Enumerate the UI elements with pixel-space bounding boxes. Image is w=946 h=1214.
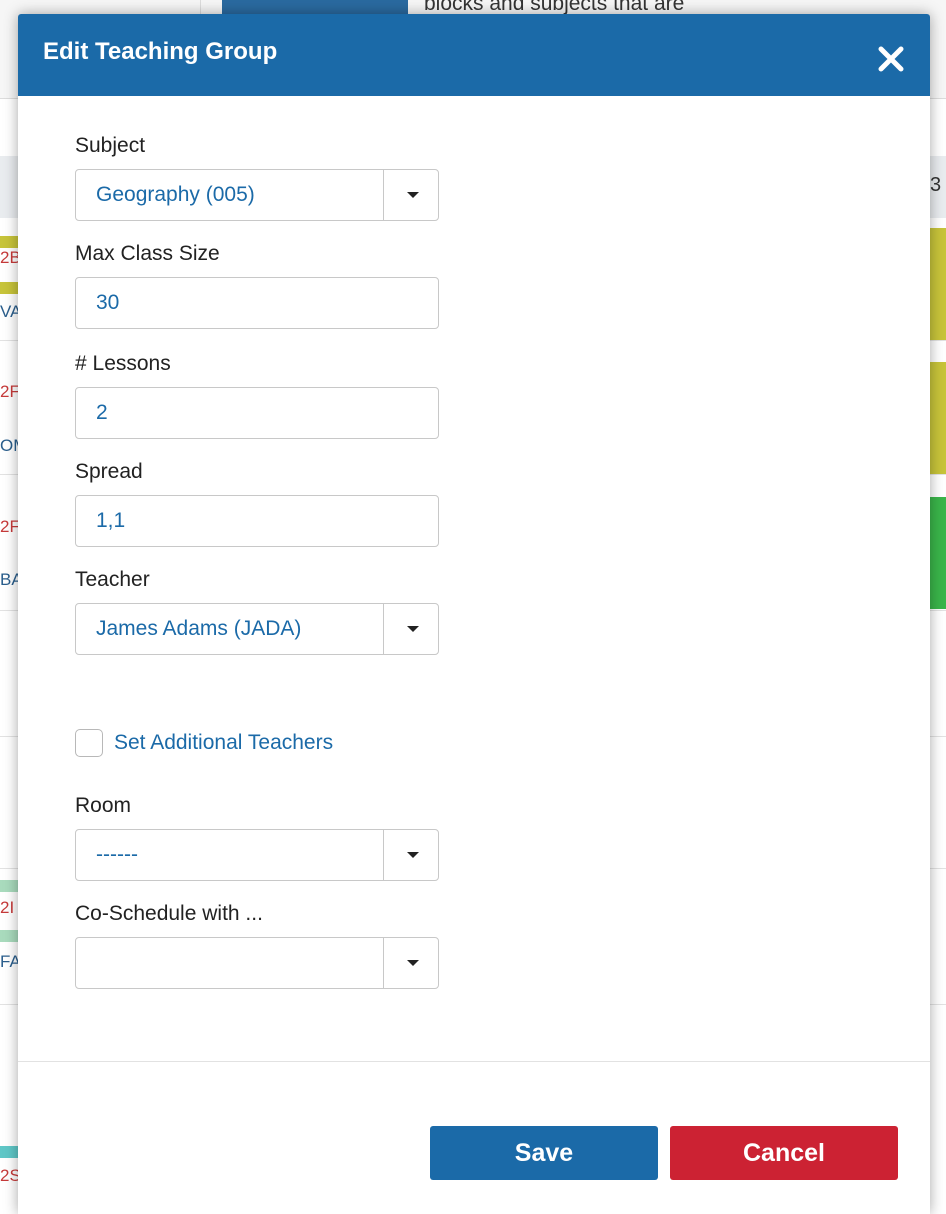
dialog-title: Edit Teaching Group xyxy=(43,38,278,65)
room-value: ------ xyxy=(96,843,138,866)
additional-teachers-checkbox[interactable] xyxy=(75,729,103,757)
max-class-size-label: Max Class Size xyxy=(75,242,220,265)
background-blue-bar xyxy=(222,0,408,14)
background-code: 2I xyxy=(0,898,15,917)
teacher-select[interactable]: James Adams (JADA) xyxy=(75,603,439,655)
teacher-value: James Adams (JADA) xyxy=(96,617,302,640)
teacher-dropdown-toggle[interactable] xyxy=(384,604,440,654)
subject-label: Subject xyxy=(75,134,146,157)
dialog-footer-divider xyxy=(18,1061,930,1062)
background-slot-strip xyxy=(0,236,18,248)
subject-select[interactable]: Geography (005) xyxy=(75,169,439,221)
background-code: 2F xyxy=(0,517,20,536)
caret-down-icon xyxy=(407,626,419,632)
background-code: 2F xyxy=(0,382,20,401)
save-button[interactable]: Save xyxy=(430,1126,658,1180)
lessons-value: 2 xyxy=(96,401,108,424)
background-slot-strip xyxy=(0,930,18,942)
spread-input[interactable]: 1,1 xyxy=(75,495,439,547)
edit-teaching-group-dialog: Edit Teaching Group Subject Geography (0… xyxy=(18,14,930,1214)
subject-dropdown-toggle[interactable] xyxy=(384,170,440,220)
subject-value: Geography (005) xyxy=(96,183,255,206)
caret-down-icon xyxy=(407,192,419,198)
room-label: Room xyxy=(75,794,132,817)
dialog-header: Edit Teaching Group xyxy=(18,14,930,96)
background-slot-strip xyxy=(0,282,18,294)
background-slot-green xyxy=(930,497,946,609)
spread-label: Spread xyxy=(75,460,143,483)
background-slot-yellow xyxy=(930,362,946,474)
max-class-size-input[interactable]: 30 xyxy=(75,277,439,329)
lessons-input[interactable]: 2 xyxy=(75,387,439,439)
spread-value: 1,1 xyxy=(96,509,126,532)
background-slot-strip xyxy=(0,1146,18,1158)
caret-down-icon xyxy=(407,960,419,966)
background-slot-yellow xyxy=(930,228,946,340)
lessons-label: # Lessons xyxy=(75,352,171,375)
background-edge-number: 3 xyxy=(930,174,942,196)
room-dropdown-toggle[interactable] xyxy=(384,830,440,880)
co-schedule-label: Co-Schedule with ... xyxy=(75,902,263,925)
co-schedule-dropdown-toggle[interactable] xyxy=(384,938,440,988)
additional-teachers-label[interactable]: Set Additional Teachers xyxy=(114,731,333,755)
teacher-label: Teacher xyxy=(75,568,150,591)
close-icon[interactable] xyxy=(876,44,906,74)
max-class-size-value: 30 xyxy=(96,291,120,314)
cancel-button[interactable]: Cancel xyxy=(670,1126,898,1180)
background-slot-strip xyxy=(0,880,18,892)
co-schedule-select[interactable] xyxy=(75,937,439,989)
room-select[interactable]: ------ xyxy=(75,829,439,881)
caret-down-icon xyxy=(407,852,419,858)
